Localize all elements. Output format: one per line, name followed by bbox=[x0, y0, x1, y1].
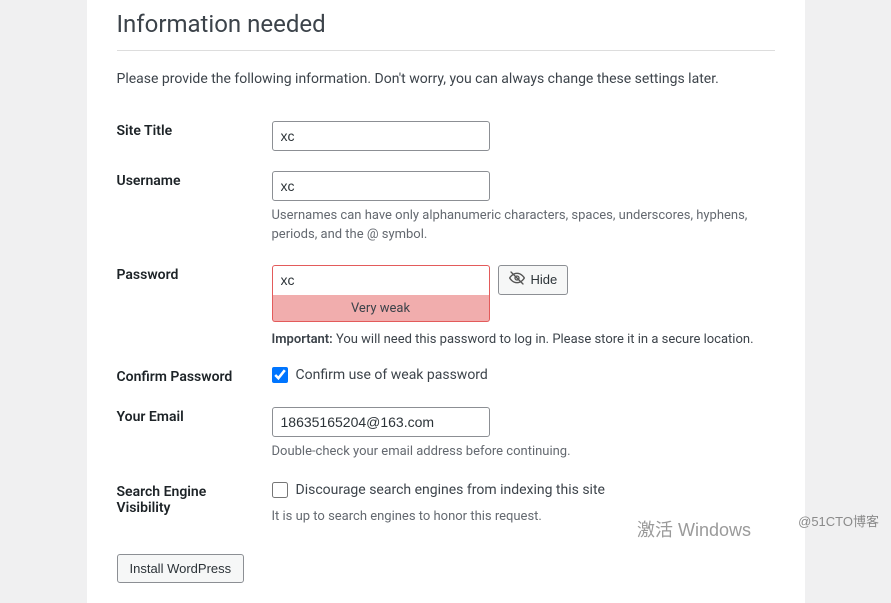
search-visibility-checkbox[interactable] bbox=[272, 482, 288, 498]
row-password: Password Very weak bbox=[117, 255, 775, 357]
install-panel: Information needed Please provide the fo… bbox=[87, 0, 805, 603]
password-input[interactable] bbox=[272, 265, 490, 295]
confirm-weak-checkbox[interactable] bbox=[272, 367, 288, 383]
confirm-weak-label[interactable]: Confirm use of weak password bbox=[272, 367, 488, 383]
page-title: Information needed bbox=[117, 10, 775, 51]
hide-password-button[interactable]: Hide bbox=[498, 265, 569, 295]
label-search-visibility: Search Engine Visibility bbox=[117, 472, 272, 537]
email-desc: Double-check your email address before c… bbox=[272, 443, 775, 462]
eye-slash-icon bbox=[509, 270, 525, 289]
install-wordpress-button[interactable]: Install WordPress bbox=[117, 554, 245, 583]
intro-text: Please provide the following information… bbox=[117, 71, 775, 87]
label-password: Password bbox=[117, 255, 272, 357]
row-email: Your Email Double-check your email addre… bbox=[117, 397, 775, 472]
important-text: You will need this password to log in. P… bbox=[333, 332, 754, 347]
password-strength: Very weak bbox=[272, 295, 490, 322]
site-title-input[interactable] bbox=[272, 121, 490, 151]
email-input[interactable] bbox=[272, 407, 490, 437]
label-site-title: Site Title bbox=[117, 111, 272, 161]
username-input[interactable] bbox=[272, 171, 490, 201]
form-table: Site Title Username Usernames can have o… bbox=[117, 111, 775, 536]
hide-button-label: Hide bbox=[531, 272, 558, 287]
search-visibility-label[interactable]: Discourage search engines from indexing … bbox=[272, 482, 605, 498]
row-username: Username Usernames can have only alphanu… bbox=[117, 161, 775, 255]
blog-watermark: @51CTO博客 bbox=[798, 511, 879, 530]
submit-row: Install WordPress bbox=[117, 554, 775, 583]
search-visibility-text: Discourage search engines from indexing … bbox=[296, 482, 605, 498]
search-visibility-desc: It is up to search engines to honor this… bbox=[272, 508, 775, 527]
username-desc: Usernames can have only alphanumeric cha… bbox=[272, 207, 775, 245]
label-email: Your Email bbox=[117, 397, 272, 472]
password-important: Important: You will need this password t… bbox=[272, 332, 775, 347]
label-username: Username bbox=[117, 161, 272, 255]
confirm-weak-text: Confirm use of weak password bbox=[296, 367, 488, 383]
row-search-visibility: Search Engine Visibility Discourage sear… bbox=[117, 472, 775, 537]
important-label: Important: bbox=[272, 332, 333, 347]
row-site-title: Site Title bbox=[117, 111, 775, 161]
row-confirm: Confirm Password Confirm use of weak pas… bbox=[117, 357, 775, 397]
label-confirm: Confirm Password bbox=[117, 357, 272, 397]
